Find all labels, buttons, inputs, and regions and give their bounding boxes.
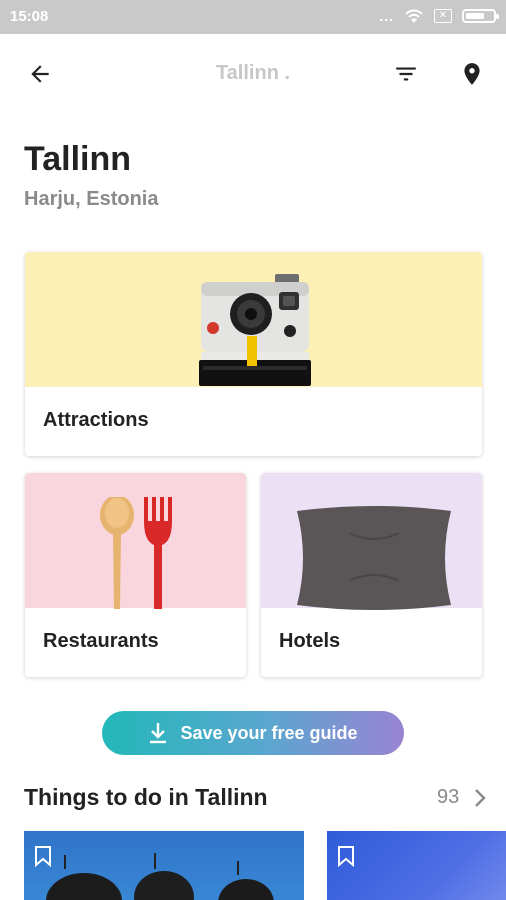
battery-icon bbox=[462, 9, 499, 23]
fork-icon bbox=[144, 497, 172, 609]
status-icons: ... ✕ bbox=[379, 8, 499, 24]
status-time: 15:08 bbox=[10, 8, 49, 25]
category-label: Restaurants bbox=[43, 630, 159, 652]
city-region: Harju, Estonia bbox=[24, 188, 159, 210]
attractions-image bbox=[25, 252, 482, 387]
see-all-count[interactable]: 93 bbox=[437, 786, 459, 809]
download-icon bbox=[150, 723, 167, 744]
save-guide-button[interactable]: Save your free guide bbox=[102, 711, 404, 755]
category-card-attractions[interactable]: Attractions bbox=[25, 252, 482, 456]
thing-to-do-card[interactable] bbox=[24, 831, 304, 900]
app-bar: Tallinn . bbox=[0, 34, 506, 114]
hotels-image bbox=[261, 473, 482, 610]
wifi-icon bbox=[405, 9, 423, 23]
category-card-hotels[interactable]: Hotels bbox=[261, 473, 482, 677]
category-label: Attractions bbox=[43, 409, 149, 431]
location-pin-icon bbox=[464, 63, 480, 85]
restaurants-image bbox=[25, 473, 246, 609]
notification-dots: ... bbox=[379, 8, 394, 24]
filter-button[interactable] bbox=[388, 56, 424, 92]
save-guide-label: Save your free guide bbox=[180, 722, 358, 743]
bookmark-icon[interactable] bbox=[34, 845, 52, 867]
pillow-icon bbox=[297, 506, 451, 610]
city-title: Tallinn bbox=[24, 140, 132, 178]
section-title: Things to do in Tallinn bbox=[24, 784, 268, 810]
category-card-restaurants[interactable]: Restaurants bbox=[25, 473, 246, 677]
chevron-right-icon bbox=[475, 789, 486, 807]
camera-icon bbox=[199, 274, 311, 386]
map-button[interactable] bbox=[454, 56, 490, 92]
see-all-button[interactable] bbox=[470, 786, 490, 810]
sim-x-icon: ✕ bbox=[434, 9, 452, 23]
bookmark-icon[interactable] bbox=[337, 845, 355, 867]
status-bar: 15:08 ... ✕ bbox=[0, 0, 506, 34]
app-bar-title: Tallinn . bbox=[215, 62, 291, 84]
category-label: Hotels bbox=[279, 630, 341, 652]
filter-icon bbox=[396, 67, 416, 81]
domes-image bbox=[46, 853, 274, 900]
spoon-icon bbox=[100, 497, 134, 609]
thing-to-do-card[interactable] bbox=[327, 831, 506, 900]
